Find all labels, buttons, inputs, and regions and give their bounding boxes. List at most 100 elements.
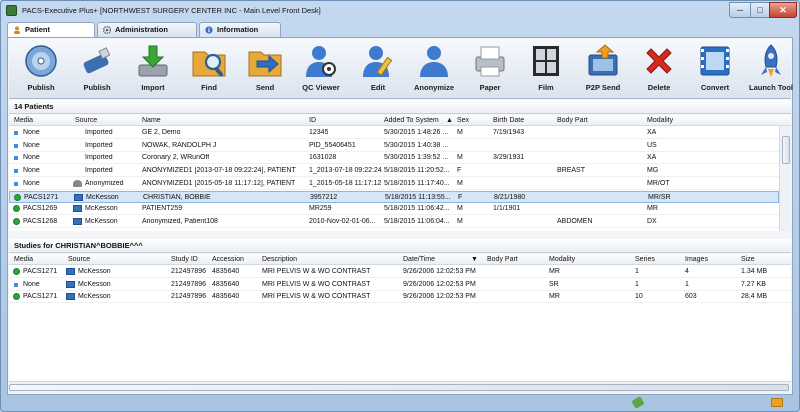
patient-row[interactable]: None Imported NOWAK, RANDOLPH J PID_5540645… [9, 140, 779, 152]
find-folder-icon [191, 43, 227, 79]
connection-status-icon[interactable] [631, 396, 645, 409]
study-row[interactable]: PACS1271 McKesson 212497896 4835640 MRI PELV… [9, 266, 791, 278]
studies-col-accession[interactable]: Accession [212, 256, 244, 263]
imported-icon [73, 154, 82, 161]
toolbar-find-button-3[interactable]: Find [185, 43, 233, 97]
studies-col-body-part[interactable]: Body Part [487, 256, 518, 263]
toolbar-button-label: Film [538, 83, 554, 92]
patient-cell-name: GE 2, Demo [142, 129, 181, 136]
patient-cell-name: ANONYMIZED1 [2015-05-18 11:17:12], PATIE… [142, 179, 296, 187]
tab-information[interactable]: Information [199, 22, 281, 37]
media-none-icon [14, 181, 18, 186]
study-cell-images: 603 [685, 293, 697, 301]
toolbar-paper-button-8[interactable]: Paper [466, 43, 514, 97]
patient-cell-modality: MR [647, 205, 658, 213]
study-cell-modality: MR [549, 268, 560, 275]
toolbar-send-button-4[interactable]: Send [241, 43, 289, 97]
patient-row[interactable]: PACS1271 McKesson CHRISTIAN, BOBBIE 3957212… [9, 190, 779, 203]
toolbar-anonymize-button-7[interactable]: Anonymize [410, 43, 458, 97]
patients-col-birth-date[interactable]: Birth Date [493, 117, 524, 124]
patient-cell-sex: M [457, 154, 463, 162]
workstation-icon [74, 193, 83, 201]
study-cell-source: McKesson [78, 268, 111, 275]
patients-col-body-part[interactable]: Body Part [557, 117, 588, 124]
delete-x-icon [641, 43, 677, 79]
patient-cell-media: PACS1269 [23, 205, 58, 213]
patient-cell-birth: 8/21/1980 [494, 193, 526, 201]
patients-vertical-scrollbar[interactable] [779, 126, 791, 231]
patient-row[interactable]: None Imported GE 2, Demo 12345 5/30/2015 1:4… [9, 127, 779, 139]
patients-col-added-to-system[interactable]: Added To System [384, 117, 439, 124]
patient-row[interactable]: None Imported ANONYMIZED1 [2013-07-18 09:2… [9, 165, 779, 178]
usb-publish-icon [79, 43, 115, 79]
patients-col-sex[interactable]: Sex [457, 117, 469, 124]
toolbar-convert-button-12[interactable]: Convert [691, 43, 739, 97]
folder-status-icon[interactable] [771, 398, 783, 407]
toolbar-publish-button-0[interactable]: Publish [17, 43, 65, 97]
study-cell-size: 7.27 KB [741, 280, 766, 288]
tab-patient[interactable]: Patient [7, 22, 95, 38]
studies-col-study-id[interactable]: Study ID [171, 256, 198, 263]
minimize-button[interactable]: ─ [729, 2, 751, 18]
patient-cell-media: None [23, 141, 40, 149]
study-cell-source: McKesson [78, 293, 111, 301]
close-button[interactable]: ✕ [769, 2, 797, 18]
toolbar-film-button-9[interactable]: Film [522, 43, 570, 97]
patient-cell-body: ABDOMEN [557, 217, 593, 225]
edit-user-icon [360, 43, 396, 79]
patients-grid[interactable]: Media Source Name ID Added To System ▲ Sex Birt… [9, 115, 791, 231]
studies-grid[interactable]: Media Source Study ID Accession Description D… [9, 254, 791, 381]
studies-col-description[interactable]: Description [262, 256, 297, 263]
studies-col-date-time[interactable]: Date/Time [403, 256, 435, 263]
patient-cell-modality: XA [647, 154, 657, 162]
studies-col-images[interactable]: Images [685, 256, 708, 263]
studies-col-media[interactable]: Media [14, 256, 33, 263]
patient-cell-added: 5/30/2015 1:39:52 ... [384, 154, 449, 162]
toolbar-qc-viewer-button-5[interactable]: QC Viewer [297, 43, 345, 97]
toolbar-edit-button-6[interactable]: Edit [354, 43, 402, 97]
workstation-icon [73, 217, 82, 225]
toolbar-launch-tool-button-13[interactable]: Launch Tool [747, 43, 795, 97]
media-none-icon [14, 143, 18, 148]
patients-col-source[interactable]: Source [75, 117, 97, 124]
studies-col-source[interactable]: Source [68, 256, 90, 263]
patients-col-name[interactable]: Name [142, 117, 161, 124]
study-cell-images: 1 [685, 280, 689, 288]
tab-administration[interactable]: Administration [97, 22, 197, 37]
maximize-button[interactable]: □ [750, 2, 770, 18]
patient-cell-added: 5/18/2015 11:06:04... [384, 217, 450, 225]
toolbar-delete-button-11[interactable]: Delete [635, 43, 683, 97]
study-cell-accession: 4835640 [212, 293, 240, 301]
status-bar [7, 396, 793, 409]
toolbar-import-button-2[interactable]: Import [129, 43, 177, 97]
media-none-icon [14, 131, 18, 135]
toolbar-button-label: Convert [700, 83, 730, 92]
studies-col-modality[interactable]: Modality [549, 256, 575, 263]
imported-icon [73, 167, 82, 174]
media-none-icon [14, 156, 18, 161]
patients-col-media[interactable]: Media [14, 117, 33, 124]
gear-icon [103, 26, 111, 34]
patients-col-id[interactable]: ID [309, 117, 316, 124]
studies-horizontal-scrollbar[interactable] [9, 381, 791, 393]
toolbar-button-label: QC Viewer [302, 83, 340, 92]
title-bar[interactable]: PACS-Executive Plus+ [NORTHWEST SURGERY … [1, 1, 799, 21]
study-row[interactable]: PACS1271 McKesson 212497896 4835640 MRI PELV… [9, 291, 791, 304]
patient-cell-added: 5/18/2015 11:17:40... [384, 179, 450, 187]
patients-col-modality[interactable]: Modality [647, 117, 673, 124]
study-row[interactable]: None McKesson 212497896 4835640 MRI PELVIS W… [9, 279, 791, 291]
studies-col-series[interactable]: Series [635, 256, 655, 263]
patients-scroll-thumb[interactable] [782, 136, 790, 164]
patient-tab-icon [14, 26, 20, 34]
patient-row[interactable]: PACS1269 McKesson PATIENT259 MR259 5/18/2015… [9, 203, 779, 216]
studies-col-size[interactable]: Size [741, 256, 755, 263]
patient-row[interactable]: None Imported Coronary 2, WRunOff 1631028 5/… [9, 152, 779, 165]
toolbar-p2p-send-button-10[interactable]: P2P Send [579, 43, 627, 97]
workstation-icon [66, 268, 75, 275]
study-cell-description: MRI PELVIS W & WO CONTRAST [262, 280, 371, 288]
studies-hscroll-thumb[interactable] [9, 384, 789, 391]
patient-row[interactable]: PACS1268 McKesson Anonymized, Patient108 20… [9, 216, 779, 228]
toolbar-publish-button-1[interactable]: Publish [73, 43, 121, 97]
toolbar-button-label: P2P Send [585, 83, 621, 92]
patient-row[interactable]: None Anonymized ANONYMIZED1 [2015-05-18 11… [9, 178, 779, 190]
